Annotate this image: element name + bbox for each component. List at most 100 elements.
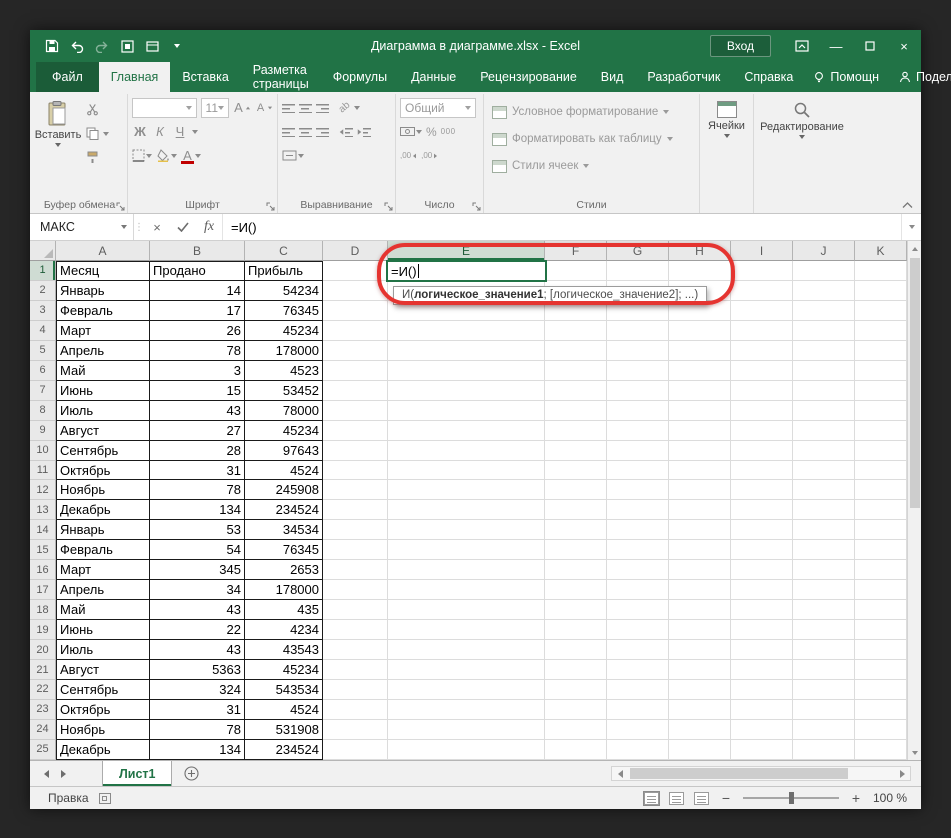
decrease-indent-icon[interactable] xyxy=(339,126,353,137)
cell-B23[interactable]: 31 xyxy=(150,699,245,720)
tab-page-layout[interactable]: Разметка страницы xyxy=(241,62,321,92)
cell-E18[interactable] xyxy=(388,600,545,621)
confirm-entry-button[interactable] xyxy=(170,214,196,240)
cell-B11[interactable]: 31 xyxy=(150,460,245,481)
cell-H6[interactable] xyxy=(669,360,731,381)
zoom-slider-thumb[interactable] xyxy=(788,792,794,804)
row-header-13[interactable]: 13 xyxy=(30,500,56,521)
cell-B14[interactable]: 53 xyxy=(150,520,245,541)
cell-H17[interactable] xyxy=(669,580,731,601)
cell-D11[interactable] xyxy=(323,460,388,481)
cell-B8[interactable]: 43 xyxy=(150,400,245,421)
cell-G22[interactable] xyxy=(607,680,669,700)
cell-D19[interactable] xyxy=(323,620,388,641)
next-sheet-arrow[interactable] xyxy=(61,769,66,778)
cell-K22[interactable] xyxy=(855,680,907,700)
cell-K25[interactable] xyxy=(855,739,907,760)
cell-C11[interactable]: 4524 xyxy=(245,460,323,481)
ribbon-display-options-icon[interactable] xyxy=(785,30,819,62)
cell-I24[interactable] xyxy=(731,719,793,740)
cell-H14[interactable] xyxy=(669,520,731,541)
close-button[interactable]: × xyxy=(887,30,921,62)
cell-E4[interactable] xyxy=(388,320,545,341)
cell-H1[interactable] xyxy=(669,261,731,281)
cell-K10[interactable] xyxy=(855,440,907,461)
horizontal-scroll-thumb[interactable] xyxy=(630,768,849,779)
cell-D12[interactable] xyxy=(323,480,388,501)
cell-A21[interactable]: Август xyxy=(56,660,150,681)
cell-D18[interactable] xyxy=(323,600,388,621)
cell-F5[interactable] xyxy=(545,340,607,361)
decrease-font-button[interactable]: А xyxy=(255,102,273,114)
row-header-14[interactable]: 14 xyxy=(30,520,56,541)
cell-H12[interactable] xyxy=(669,480,731,501)
cell-D17[interactable] xyxy=(323,580,388,601)
cell-D20[interactable] xyxy=(323,640,388,661)
cell-D16[interactable] xyxy=(323,560,388,581)
cell-I9[interactable] xyxy=(731,420,793,441)
touch-mode-icon[interactable] xyxy=(115,34,139,58)
cells-button[interactable]: Ячейки xyxy=(704,97,749,189)
cell-G15[interactable] xyxy=(607,540,669,561)
cell-B7[interactable]: 15 xyxy=(150,380,245,401)
cell-C6[interactable]: 4523 xyxy=(245,360,323,381)
cell-B20[interactable]: 43 xyxy=(150,640,245,661)
cell-H11[interactable] xyxy=(669,460,731,481)
row-header-22[interactable]: 22 xyxy=(30,680,56,700)
cell-A2[interactable]: Январь xyxy=(56,280,150,301)
cell-A22[interactable]: Сентябрь xyxy=(56,680,150,700)
cell-K12[interactable] xyxy=(855,480,907,501)
cell-C13[interactable]: 234524 xyxy=(245,500,323,521)
orientation-button[interactable]: ab xyxy=(337,100,353,116)
cell-D25[interactable] xyxy=(323,739,388,760)
cell-H13[interactable] xyxy=(669,500,731,521)
paste-button[interactable]: Вставить xyxy=(35,97,81,189)
align-center-icon[interactable] xyxy=(299,126,312,137)
cell-F4[interactable] xyxy=(545,320,607,341)
tab-home[interactable]: Главная xyxy=(98,62,171,92)
row-header-8[interactable]: 8 xyxy=(30,400,56,421)
cell-I16[interactable] xyxy=(731,560,793,581)
cell-I6[interactable] xyxy=(731,360,793,381)
cell-A14[interactable]: Январь xyxy=(56,520,150,541)
cell-F18[interactable] xyxy=(545,600,607,621)
cell-A6[interactable]: Май xyxy=(56,360,150,381)
cell-J24[interactable] xyxy=(793,719,855,740)
cell-A4[interactable]: Март xyxy=(56,320,150,341)
cell-I14[interactable] xyxy=(731,520,793,541)
increase-font-button[interactable]: А xyxy=(233,100,251,115)
cell-D3[interactable] xyxy=(323,300,388,321)
cell-G10[interactable] xyxy=(607,440,669,461)
cell-F20[interactable] xyxy=(545,640,607,661)
cell-B25[interactable]: 134 xyxy=(150,739,245,760)
cell-J3[interactable] xyxy=(793,300,855,321)
cell-B19[interactable]: 22 xyxy=(150,620,245,641)
cell-C8[interactable]: 78000 xyxy=(245,400,323,421)
cell-E14[interactable] xyxy=(388,520,545,541)
cell-A17[interactable]: Апрель xyxy=(56,580,150,601)
cell-A13[interactable]: Декабрь xyxy=(56,500,150,521)
cell-C21[interactable]: 45234 xyxy=(245,660,323,681)
cell-F7[interactable] xyxy=(545,380,607,401)
cell-E25[interactable] xyxy=(388,739,545,760)
number-dialog-launcher[interactable] xyxy=(472,202,481,211)
cell-F6[interactable] xyxy=(545,360,607,381)
cancel-entry-button[interactable]: × xyxy=(144,214,170,240)
cell-H21[interactable] xyxy=(669,660,731,681)
column-header-K[interactable]: K xyxy=(855,241,907,261)
cell-F14[interactable] xyxy=(545,520,607,541)
cell-I2[interactable] xyxy=(731,280,793,301)
cell-A12[interactable]: Ноябрь xyxy=(56,480,150,501)
cell-C22[interactable]: 543534 xyxy=(245,680,323,700)
cell-G20[interactable] xyxy=(607,640,669,661)
zoom-in-button[interactable]: + xyxy=(849,790,863,806)
cell-K21[interactable] xyxy=(855,660,907,681)
cell-F9[interactable] xyxy=(545,420,607,441)
cell-B4[interactable]: 26 xyxy=(150,320,245,341)
cell-C12[interactable]: 245908 xyxy=(245,480,323,501)
cell-C2[interactable]: 54234 xyxy=(245,280,323,301)
cell-B9[interactable]: 27 xyxy=(150,420,245,441)
cell-H20[interactable] xyxy=(669,640,731,661)
cell-J11[interactable] xyxy=(793,460,855,481)
active-cell-editor[interactable]: =И() xyxy=(386,260,547,282)
